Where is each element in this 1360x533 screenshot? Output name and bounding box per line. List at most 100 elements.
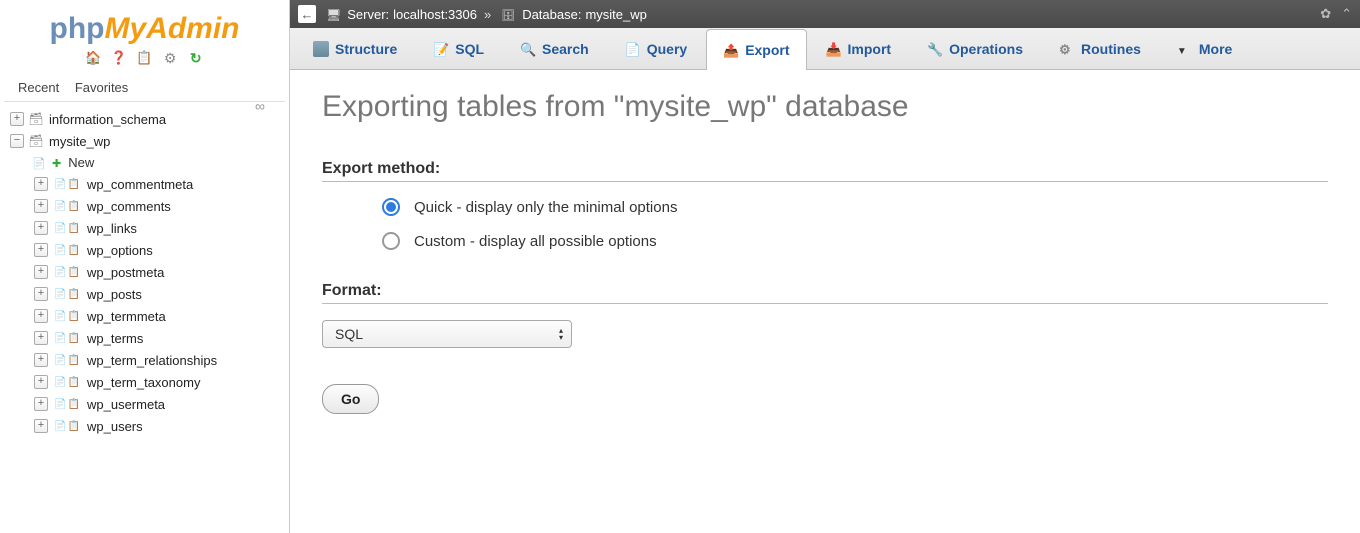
- tab-operations[interactable]: Operations: [910, 28, 1040, 69]
- tab-routines[interactable]: Routines: [1042, 28, 1158, 69]
- db-mysite-wp[interactable]: mysite_wp: [8, 130, 281, 152]
- table-icon: [51, 242, 83, 258]
- expand-icon[interactable]: [32, 329, 50, 347]
- table-row[interactable]: wp_postmeta: [32, 261, 281, 283]
- table-row[interactable]: wp_links: [32, 217, 281, 239]
- go-button[interactable]: Go: [322, 384, 379, 414]
- database-icon: [498, 7, 518, 22]
- table-label: wp_users: [85, 419, 143, 434]
- new-table-link[interactable]: New: [32, 152, 281, 173]
- radio-custom[interactable]: [382, 232, 400, 250]
- table-label: wp_term_taxonomy: [85, 375, 200, 390]
- server-icon: [326, 7, 343, 22]
- breadcrumb-separator: »: [484, 7, 491, 22]
- export-method-title: Export method:: [322, 160, 1328, 182]
- format-value: SQL: [335, 326, 363, 342]
- sidebar-toolbar: [4, 48, 285, 76]
- export-icon: [723, 42, 739, 58]
- collapse-icon[interactable]: [8, 132, 26, 150]
- expand-icon[interactable]: [32, 241, 50, 259]
- table-icon: [51, 308, 83, 324]
- table-row[interactable]: wp_term_relationships: [32, 349, 281, 371]
- table-label: wp_options: [85, 243, 153, 258]
- table-icon: [51, 418, 83, 434]
- collapse-top-icon[interactable]: ⌃: [1341, 6, 1352, 22]
- table-icon: [51, 264, 83, 280]
- table-icon: [51, 176, 83, 192]
- expand-icon[interactable]: [32, 373, 50, 391]
- tab-export[interactable]: Export: [706, 29, 806, 70]
- reload-icon[interactable]: [187, 50, 205, 68]
- settings-icon[interactable]: [161, 50, 179, 68]
- table-icon: [51, 352, 83, 368]
- plus-icon: [52, 155, 64, 170]
- table-row[interactable]: wp_usermeta: [32, 393, 281, 415]
- table-row[interactable]: wp_terms: [32, 327, 281, 349]
- table-row[interactable]: wp_comments: [32, 195, 281, 217]
- expand-icon[interactable]: [8, 110, 26, 128]
- radio-custom-row[interactable]: Custom - display all possible options: [382, 232, 1328, 250]
- expand-icon[interactable]: [32, 197, 50, 215]
- expand-icon[interactable]: [32, 417, 50, 435]
- breadcrumb: ← Server: localhost:3306 » Database: mys…: [290, 0, 1360, 28]
- help-icon[interactable]: [110, 50, 128, 68]
- tab-structure[interactable]: Structure: [296, 28, 414, 69]
- expand-icon[interactable]: [32, 263, 50, 281]
- table-row[interactable]: wp_users: [32, 415, 281, 437]
- back-button[interactable]: ←: [298, 5, 316, 23]
- radio-quick-row[interactable]: Quick - display only the minimal options: [382, 198, 1328, 216]
- home-icon[interactable]: [84, 50, 102, 68]
- table-row[interactable]: wp_commentmeta: [32, 173, 281, 195]
- table-label: wp_posts: [85, 287, 142, 302]
- table-label: wp_term_relationships: [85, 353, 217, 368]
- expand-icon[interactable]: [32, 351, 50, 369]
- table-row[interactable]: wp_term_taxonomy: [32, 371, 281, 393]
- main-tabs: Structure SQL Search Query Export Import…: [290, 28, 1360, 70]
- link-icon[interactable]: [255, 98, 271, 108]
- routines-icon: [1059, 41, 1075, 57]
- table-icon: [51, 374, 83, 390]
- table-label: wp_postmeta: [85, 265, 164, 280]
- expand-icon[interactable]: [32, 219, 50, 237]
- table-icon: [51, 220, 83, 236]
- table-label: wp_comments: [85, 199, 171, 214]
- sql-icon: [433, 41, 449, 57]
- table-row[interactable]: wp_posts: [32, 283, 281, 305]
- table-icon: [51, 286, 83, 302]
- table-label: wp_links: [85, 221, 137, 236]
- db-label: Database:: [522, 7, 581, 22]
- tab-import[interactable]: Import: [809, 28, 909, 69]
- radio-quick-label: Quick - display only the minimal options: [414, 199, 677, 216]
- format-title: Format:: [322, 282, 1328, 304]
- tab-query[interactable]: Query: [608, 28, 704, 69]
- format-select[interactable]: SQL: [322, 320, 572, 348]
- tab-search[interactable]: Search: [503, 28, 606, 69]
- db-information-schema[interactable]: information_schema: [8, 108, 281, 130]
- table-row[interactable]: wp_termmeta: [32, 305, 281, 327]
- search-icon: [520, 41, 536, 57]
- table-row[interactable]: wp_options: [32, 239, 281, 261]
- expand-icon[interactable]: [32, 395, 50, 413]
- expand-icon[interactable]: [32, 285, 50, 303]
- table-label: wp_terms: [85, 331, 143, 346]
- query-icon: [625, 41, 641, 57]
- tab-sql[interactable]: SQL: [416, 28, 501, 69]
- favorites-tab[interactable]: Favorites: [69, 78, 134, 97]
- recent-tab[interactable]: Recent: [12, 78, 65, 97]
- expand-icon[interactable]: [32, 307, 50, 325]
- table-label: wp_termmeta: [85, 309, 166, 324]
- table-label: wp_commentmeta: [85, 177, 193, 192]
- expand-icon[interactable]: [32, 175, 50, 193]
- server-value[interactable]: localhost:3306: [393, 7, 477, 22]
- db-value[interactable]: mysite_wp: [585, 7, 646, 22]
- tab-more[interactable]: More: [1160, 28, 1249, 69]
- page-settings-icon[interactable]: ✿: [1320, 6, 1331, 22]
- database-icon: [27, 133, 45, 149]
- table-label: wp_usermeta: [85, 397, 165, 412]
- radio-quick[interactable]: [382, 198, 400, 216]
- database-icon: [27, 111, 45, 127]
- new-label: New: [68, 155, 94, 170]
- radio-custom-label: Custom - display all possible options: [414, 233, 657, 250]
- sql-console-icon[interactable]: [136, 50, 154, 68]
- phpmyadmin-logo: phpMyAdmin: [4, 8, 285, 48]
